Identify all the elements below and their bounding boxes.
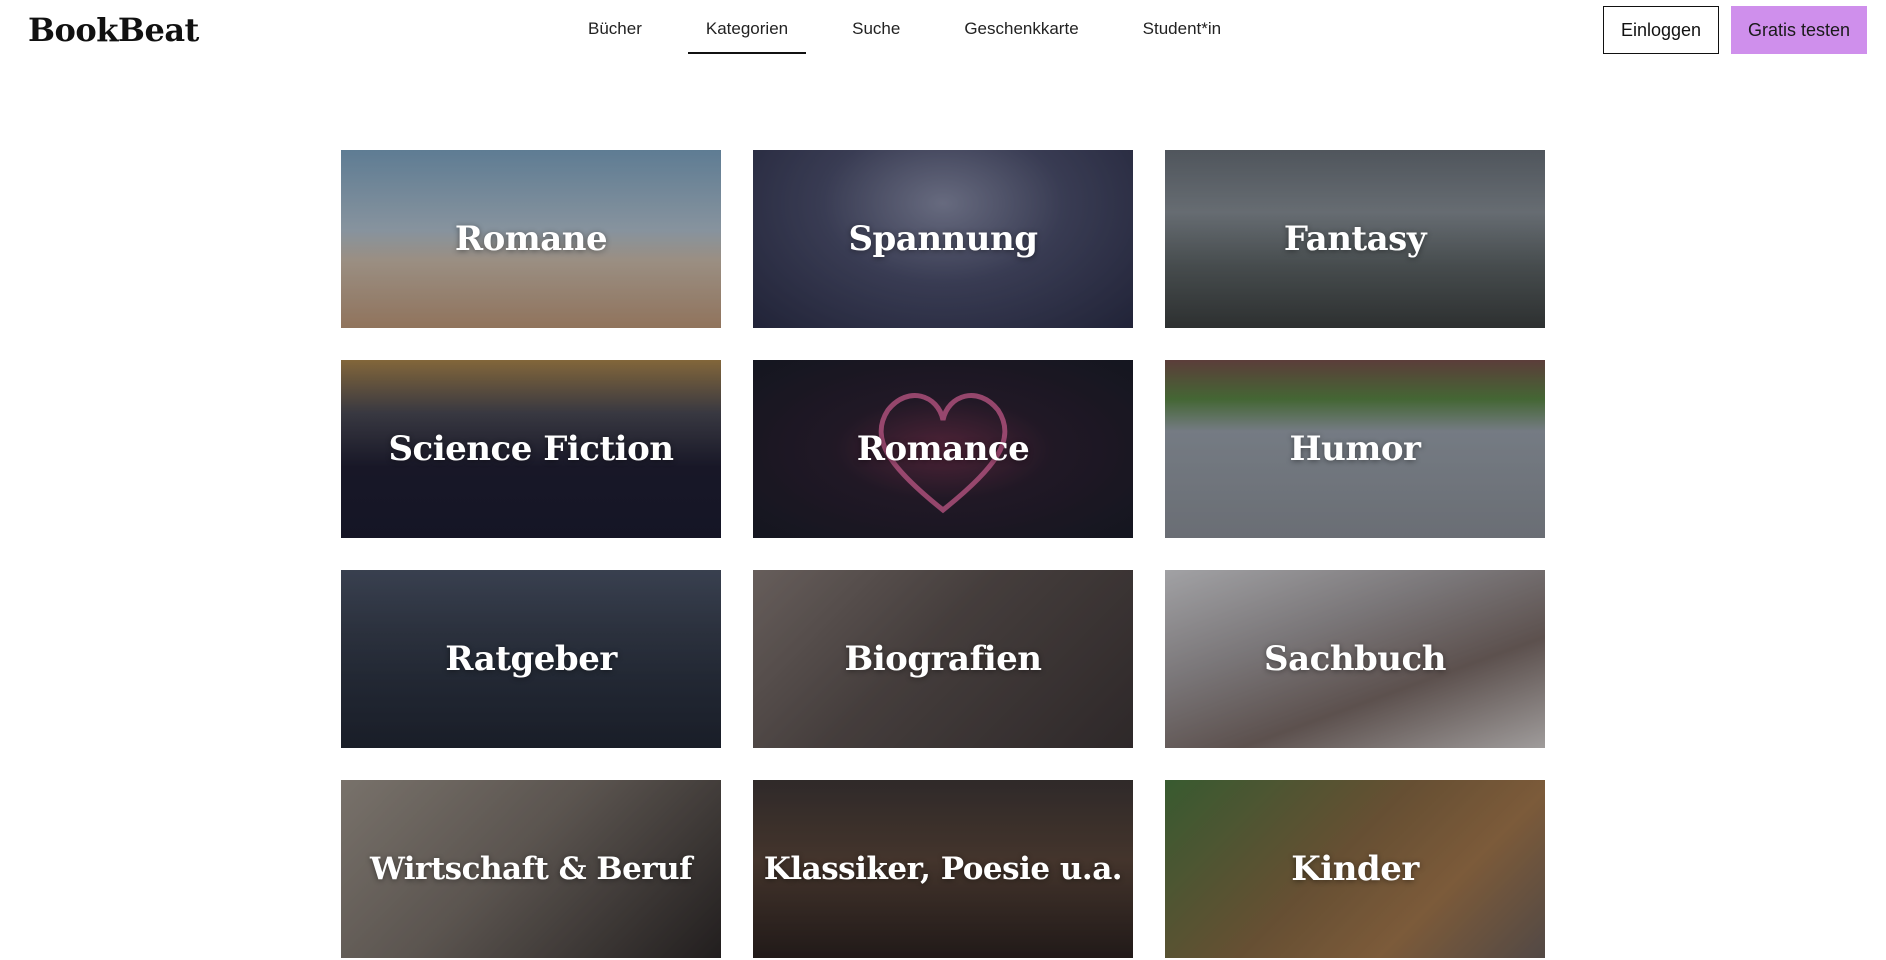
page: BookBeat Bücher Kategorien Suche Geschen… [0, 0, 1886, 960]
category-label: Fantasy [1283, 219, 1427, 259]
category-label: Wirtschaft & Beruf [369, 851, 693, 887]
category-label: Kinder [1291, 849, 1419, 889]
category-tile-spannung[interactable]: Spannung [753, 150, 1133, 328]
category-tile-sachbuch[interactable]: Sachbuch [1165, 570, 1545, 748]
category-tile-romane[interactable]: Romane [341, 150, 721, 328]
logo[interactable]: BookBeat [28, 10, 199, 50]
nav-item-studentin[interactable]: Student*in [1125, 0, 1239, 58]
category-label: Biografien [844, 639, 1042, 679]
category-tile-biografien[interactable]: Biografien [753, 570, 1133, 748]
free-trial-button[interactable]: Gratis testen [1731, 6, 1867, 54]
category-tile-ratgeber[interactable]: Ratgeber [341, 570, 721, 748]
category-label: Spannung [848, 219, 1038, 259]
category-tile-science-fiction[interactable]: Science Fiction [341, 360, 721, 538]
category-tile-wirtschaft-beruf[interactable]: Wirtschaft & Beruf [341, 780, 721, 958]
nav-item-geschenkkarte[interactable]: Geschenkkarte [946, 0, 1096, 58]
nav-item-suche[interactable]: Suche [834, 0, 918, 58]
category-tile-romance[interactable]: Romance [753, 360, 1133, 538]
category-tile-kinder[interactable]: Kinder [1165, 780, 1545, 958]
category-label: Klassiker, Poesie u.a. [763, 851, 1123, 887]
nav-item-kategorien[interactable]: Kategorien [687, 0, 807, 58]
category-tile-klassiker[interactable]: Klassiker, Poesie u.a. [753, 780, 1133, 958]
category-label: Humor [1289, 429, 1421, 469]
category-label: Romane [454, 219, 608, 259]
category-tile-humor[interactable]: Humor [1165, 360, 1545, 538]
category-label: Ratgeber [445, 639, 617, 679]
category-grid: Romane Spannung Fantasy Science Fiction … [341, 150, 1545, 958]
category-label: Sachbuch [1264, 639, 1446, 679]
main-nav: Bücher Kategorien Suche Geschenkkarte St… [570, 0, 1267, 62]
nav-item-buecher[interactable]: Bücher [570, 0, 660, 58]
login-button[interactable]: Einloggen [1603, 6, 1719, 54]
site-header: BookBeat Bücher Kategorien Suche Geschen… [0, 0, 1886, 62]
category-tile-fantasy[interactable]: Fantasy [1165, 150, 1545, 328]
category-label: Romance [856, 429, 1030, 469]
category-label: Science Fiction [388, 429, 674, 469]
